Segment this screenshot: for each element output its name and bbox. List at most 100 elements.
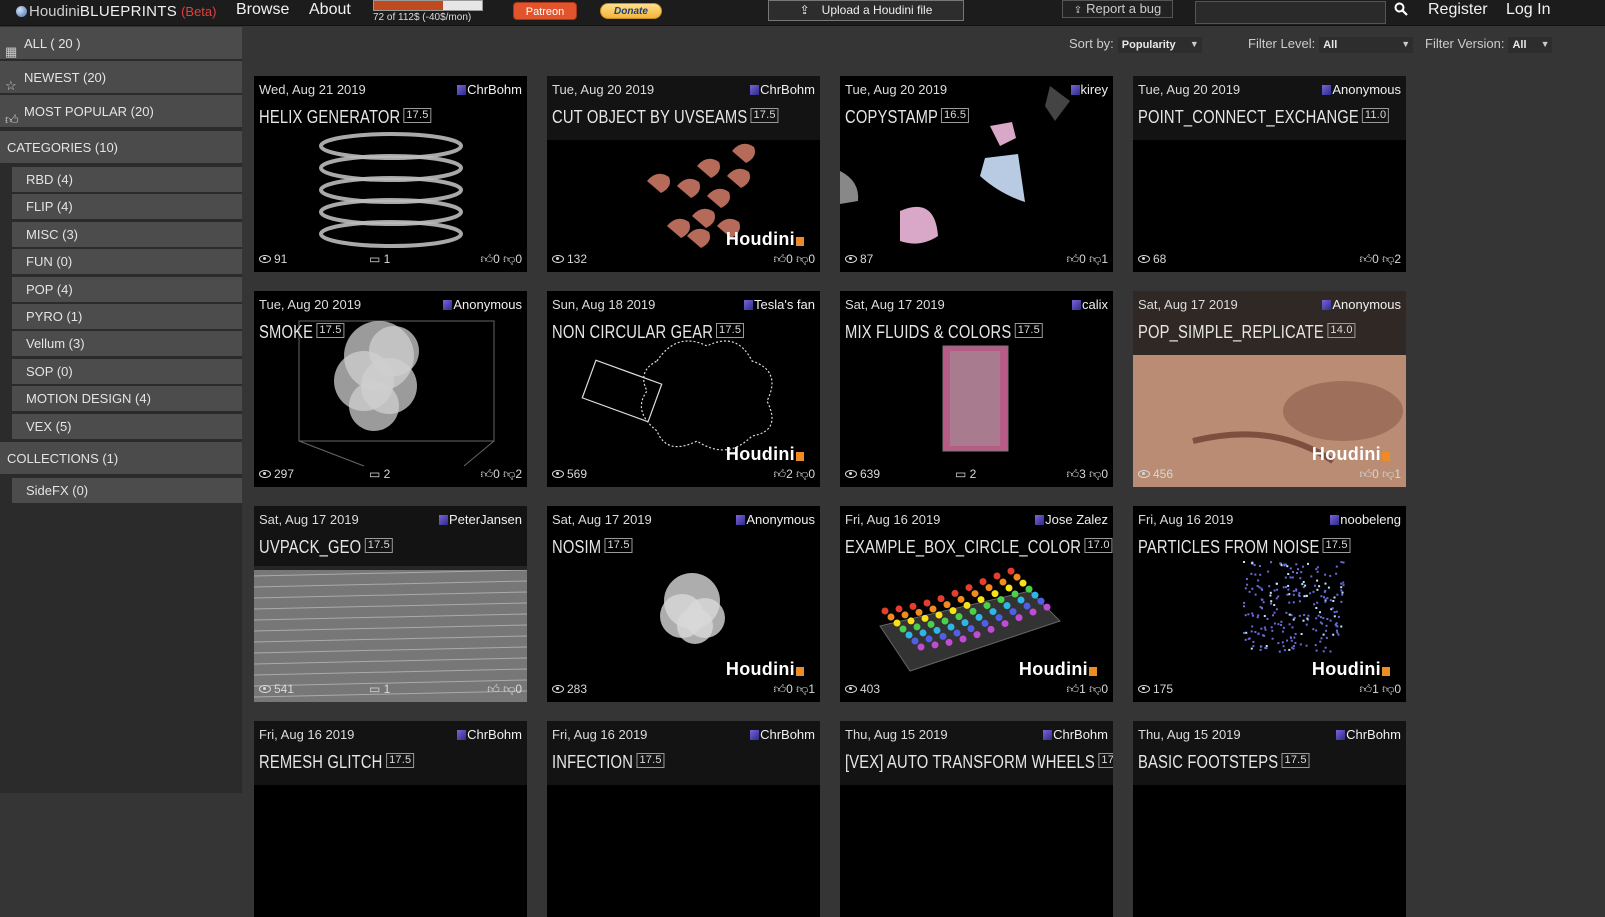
blueprint-card[interactable]: Tue, Aug 20 2019 Anonymous POINT_CONNECT… bbox=[1133, 76, 1406, 272]
blueprint-card[interactable]: Tue, Aug 20 2019 Anonymous SMOKE 17.5 297… bbox=[254, 291, 527, 487]
blueprint-card[interactable]: Fri, Aug 16 2019 noobeleng PARTICLES FRO… bbox=[1133, 506, 1406, 702]
sidebar-category-item[interactable]: POP (4) bbox=[12, 276, 242, 303]
search-icon[interactable] bbox=[1390, 0, 1412, 22]
card-title[interactable]: COPYSTAMP 16.5 bbox=[845, 107, 970, 128]
sidebar-category-item[interactable]: PYRO (1) bbox=[12, 304, 242, 330]
thumbs-down-icon[interactable]: 👎︎ bbox=[1089, 682, 1101, 696]
thumbs-up-icon[interactable]: 👍︎ bbox=[774, 682, 787, 696]
card-author[interactable]: ChrBohm bbox=[457, 82, 522, 97]
card-title[interactable]: REMESH GLITCH 17.5 bbox=[259, 752, 415, 773]
blueprint-card[interactable]: Sat, Aug 17 2019 PeterJansen UVPACK_GEO 1… bbox=[254, 506, 527, 702]
sort-control[interactable]: Sort by: Popularity ▼ bbox=[1069, 36, 1202, 53]
site-logo[interactable]: HoudiniBLUEPRINTS (Beta) bbox=[16, 3, 216, 20]
card-title[interactable]: BASIC FOOTSTEPS 17.5 bbox=[1138, 752, 1310, 773]
version-select[interactable]: All ▼ bbox=[1508, 37, 1553, 53]
card-title[interactable]: SMOKE 17.5 bbox=[259, 322, 345, 343]
card-title[interactable]: CUT OBJECT BY UVSEAMS 17.5 bbox=[552, 107, 779, 128]
thumbs-down-icon[interactable]: 👎︎ bbox=[1089, 252, 1101, 266]
thumbs-down-icon[interactable]: 👎︎ bbox=[503, 682, 515, 696]
sidebar-categories-header[interactable]: CATEGORIES (10) bbox=[0, 131, 242, 164]
thumbs-up-icon[interactable]: 👍︎ bbox=[1360, 467, 1373, 481]
thumbs-up-icon[interactable]: 👍︎ bbox=[1067, 467, 1080, 481]
thumbs-up-icon[interactable]: 👍︎ bbox=[481, 467, 494, 481]
blueprint-card[interactable]: Wed, Aug 21 2019 ChrBohm HELIX GENERATOR… bbox=[254, 76, 527, 272]
sidebar-category-item[interactable]: MISC (3) bbox=[12, 221, 242, 248]
card-title[interactable]: POP_SIMPLE_REPLICATE 14.0 bbox=[1138, 322, 1356, 343]
card-author[interactable]: ChrBohm bbox=[1336, 727, 1401, 742]
sidebar-category-item[interactable]: FLIP (4) bbox=[12, 194, 242, 221]
sidebar-category-item[interactable]: SOP (0) bbox=[12, 358, 242, 385]
card-title[interactable]: NON CIRCULAR GEAR 17.5 bbox=[552, 322, 745, 343]
card-author[interactable]: kirey bbox=[1070, 82, 1108, 97]
blueprint-card[interactable]: Sun, Aug 18 2019 Tesla's fan NON CIRCULA… bbox=[547, 291, 820, 487]
version-filter[interactable]: Filter Version: All ▼ bbox=[1425, 36, 1553, 53]
card-author[interactable]: Anonymous bbox=[443, 297, 522, 312]
thumbs-up-icon[interactable]: 👍︎ bbox=[487, 682, 500, 696]
thumbs-down-icon[interactable]: 👎︎ bbox=[1382, 682, 1394, 696]
sidebar-category-item[interactable]: VEX (5) bbox=[12, 413, 242, 440]
card-title[interactable]: NOSIM 17.5 bbox=[552, 537, 633, 558]
card-title[interactable]: POINT_CONNECT_EXCHANGE 11.0 bbox=[1138, 107, 1390, 128]
thumbs-up-icon[interactable]: 👍︎ bbox=[1360, 682, 1373, 696]
card-author[interactable]: calix bbox=[1071, 297, 1108, 312]
card-author[interactable]: Anonymous bbox=[1322, 297, 1401, 312]
nav-about[interactable]: About bbox=[309, 1, 351, 19]
blueprint-card[interactable]: Tue, Aug 20 2019 kirey COPYSTAMP 16.5 87 … bbox=[840, 76, 1113, 272]
thumbs-down-icon[interactable]: 👎︎ bbox=[503, 252, 515, 266]
sort-select[interactable]: Popularity ▼ bbox=[1117, 37, 1202, 53]
card-author[interactable]: ChrBohm bbox=[457, 727, 522, 742]
blueprint-card[interactable]: Sat, Aug 17 2019 calix MIX FLUIDS & COLO… bbox=[840, 291, 1113, 487]
thumbs-up-icon[interactable]: 👍︎ bbox=[1067, 252, 1080, 266]
login-link[interactable]: Log In bbox=[1506, 1, 1550, 19]
level-filter[interactable]: Filter Level: All ▼ bbox=[1248, 36, 1414, 53]
thumbs-down-icon[interactable]: 👎︎ bbox=[503, 467, 515, 481]
donate-button[interactable]: Donate bbox=[600, 3, 662, 19]
report-bug-button[interactable]: ⇪ Report a bug bbox=[1062, 0, 1173, 18]
sidebar-category-item[interactable]: MOTION DESIGN (4) bbox=[12, 386, 242, 413]
thumbs-up-icon[interactable]: 👍︎ bbox=[774, 252, 787, 266]
thumbs-down-icon[interactable]: 👎︎ bbox=[796, 467, 808, 481]
thumbs-down-icon[interactable]: 👎︎ bbox=[796, 682, 808, 696]
thumbs-down-icon[interactable]: 👎︎ bbox=[796, 252, 808, 266]
comment-count[interactable]: ▭ 2 bbox=[369, 467, 390, 481]
card-title[interactable]: PARTICLES FROM NOISE 17.5 bbox=[1138, 537, 1352, 558]
nav-browse[interactable]: Browse bbox=[236, 1, 289, 19]
sidebar-item-most-popular[interactable]: 👍︎ MOST POPULAR (20) bbox=[0, 95, 242, 128]
card-author[interactable]: ChrBohm bbox=[750, 82, 815, 97]
card-author[interactable]: noobeleng bbox=[1330, 512, 1401, 527]
card-author[interactable]: Anonymous bbox=[1322, 82, 1401, 97]
register-link[interactable]: Register bbox=[1428, 1, 1488, 19]
blueprint-card[interactable]: Tue, Aug 20 2019 ChrBohm CUT OBJECT BY U… bbox=[547, 76, 820, 272]
sidebar-item-newest[interactable]: ☆ NEWEST (20) bbox=[0, 61, 242, 94]
thumbs-up-icon[interactable]: 👍︎ bbox=[1360, 252, 1373, 266]
blueprint-card[interactable]: Sat, Aug 17 2019 Anonymous NOSIM 17.5 Hou… bbox=[547, 506, 820, 702]
upload-button[interactable]: ⇪ Upload a Houdini file bbox=[768, 0, 964, 21]
level-select[interactable]: All ▼ bbox=[1319, 37, 1414, 53]
sidebar-collections-header[interactable]: COLLECTIONS (1) bbox=[0, 442, 242, 475]
thumbs-down-icon[interactable]: 👎︎ bbox=[1382, 252, 1394, 266]
blueprint-card[interactable]: Fri, Aug 16 2019 ChrBohm REMESH GLITCH 17… bbox=[254, 721, 527, 917]
card-title[interactable]: UVPACK_GEO 17.5 bbox=[259, 537, 393, 558]
sidebar-category-item[interactable]: RBD (4) bbox=[12, 167, 242, 193]
card-author[interactable]: Jose Zalez bbox=[1035, 512, 1108, 527]
card-author[interactable]: ChrBohm bbox=[1043, 727, 1108, 742]
card-title[interactable]: HELIX GENERATOR 17.5 bbox=[259, 107, 432, 128]
sidebar-item-all[interactable]: ▦ ALL ( 20 ) bbox=[0, 27, 242, 60]
card-title[interactable]: INFECTION 17.5 bbox=[552, 752, 665, 773]
sidebar-category-item[interactable]: Vellum (3) bbox=[12, 331, 242, 358]
card-author[interactable]: Anonymous bbox=[736, 512, 815, 527]
sidebar-category-item[interactable]: FUN (0) bbox=[12, 249, 242, 276]
thumbs-up-icon[interactable]: 👍︎ bbox=[774, 467, 787, 481]
card-author[interactable]: ChrBohm bbox=[750, 727, 815, 742]
thumbs-down-icon[interactable]: 👎︎ bbox=[1382, 467, 1394, 481]
card-title[interactable]: [VEX] AUTO TRANSFORM WHEELS17.5 bbox=[845, 752, 1113, 773]
card-title[interactable]: MIX FLUIDS & COLORS 17.5 bbox=[845, 322, 1043, 343]
sidebar-collection-item[interactable]: SideFX (0) bbox=[12, 478, 242, 504]
card-title[interactable]: EXAMPLE_BOX_CIRCLE_COLOR 17.0 bbox=[845, 537, 1113, 558]
blueprint-card[interactable]: Thu, Aug 15 2019 ChrBohm [VEX] AUTO TRAN… bbox=[840, 721, 1113, 917]
comment-count[interactable]: ▭ 1 bbox=[369, 682, 390, 696]
blueprint-card[interactable]: Fri, Aug 16 2019 Jose Zalez EXAMPLE_BOX_… bbox=[840, 506, 1113, 702]
blueprint-card[interactable]: Sat, Aug 17 2019 Anonymous POP_SIMPLE_RE… bbox=[1133, 291, 1406, 487]
comment-count[interactable]: ▭ 2 bbox=[955, 467, 976, 481]
blueprint-card[interactable]: Thu, Aug 15 2019 ChrBohm BASIC FOOTSTEPS… bbox=[1133, 721, 1406, 917]
